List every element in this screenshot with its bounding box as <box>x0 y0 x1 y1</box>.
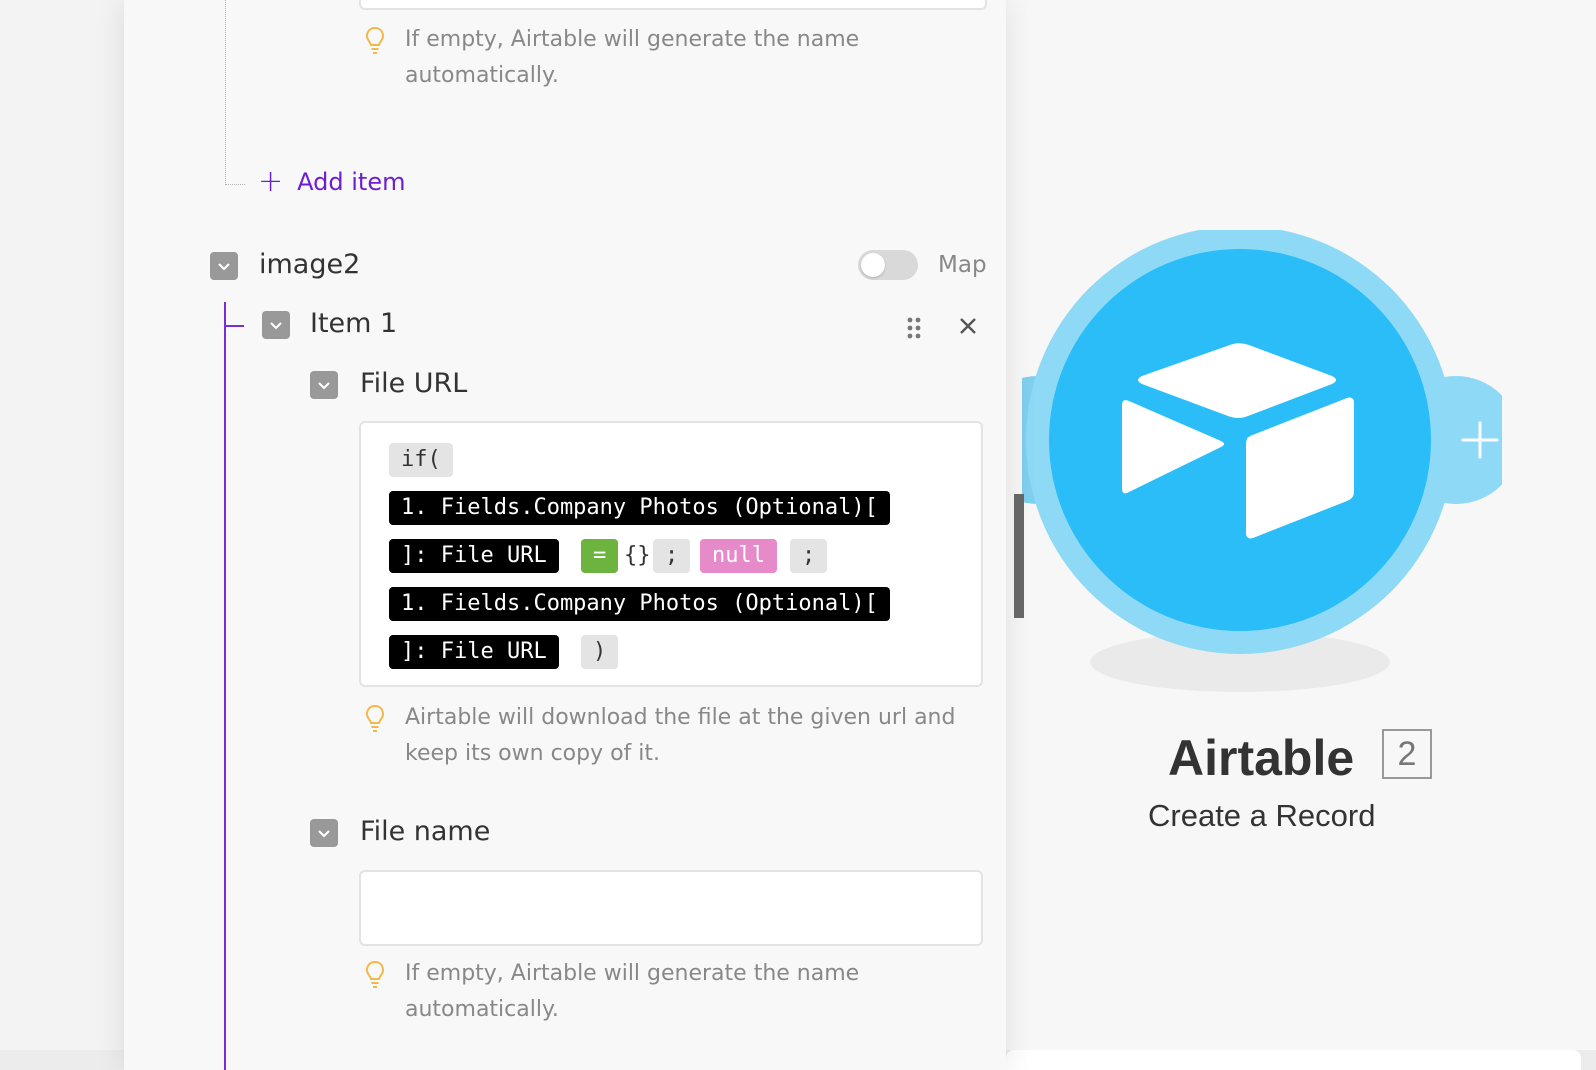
item1-collapse-checkbox[interactable] <box>262 311 290 339</box>
chevron-down-icon <box>318 830 330 838</box>
previous-file-name-input[interactable] <box>359 0 987 10</box>
tree-connector-end <box>225 184 245 185</box>
module-title: Airtable <box>1168 730 1355 786</box>
formula-token-empty-object[interactable]: {} <box>622 539 653 573</box>
chevron-down-icon <box>218 263 230 271</box>
file-name-label: File name <box>360 816 491 847</box>
formula-token-null[interactable]: null <box>700 539 777 573</box>
chevron-down-icon <box>318 382 330 390</box>
module-subtitle: Create a Record <box>1148 798 1376 833</box>
formula-token-separator[interactable]: ; <box>790 539 828 573</box>
file-url-label: File URL <box>360 368 468 399</box>
formula-token-field[interactable]: 1. Fields.Company Photos (Optional)[ <box>389 587 890 621</box>
formula-token-separator[interactable]: ; <box>653 539 691 573</box>
formula-token-field[interactable]: 1. Fields.Company Photos (Optional)[ <box>389 491 890 525</box>
lightbulb-icon <box>365 960 385 988</box>
map-label: Map <box>938 252 987 278</box>
airtable-module[interactable] <box>1022 230 1502 710</box>
formula-token-field[interactable]: ]: File URL <box>389 635 559 669</box>
top-hint: If empty, Airtable will generate the nam… <box>365 22 975 94</box>
chevron-down-icon <box>270 322 282 330</box>
item-tree-line <box>224 302 226 1070</box>
hint-text: Airtable will download the file at the g… <box>405 705 956 766</box>
formula-token-equals[interactable]: = <box>581 539 619 573</box>
drag-handle-icon[interactable] <box>906 316 922 340</box>
module-inner-circle <box>1049 249 1431 631</box>
item1-label: Item 1 <box>310 308 398 339</box>
file-url-collapse-checkbox[interactable] <box>310 371 338 399</box>
lightbulb-icon <box>365 704 385 732</box>
close-icon[interactable] <box>958 316 978 336</box>
formula-token-close-paren[interactable]: ) <box>581 635 619 669</box>
file-name-hint: If empty, Airtable will generate the nam… <box>365 956 975 1028</box>
formula-token-field[interactable]: ]: File URL <box>389 539 559 573</box>
image2-collapse-checkbox[interactable] <box>210 252 238 280</box>
tree-connector <box>225 0 226 185</box>
add-item-button[interactable]: + Add item <box>258 164 406 199</box>
hint-text: If empty, Airtable will generate the nam… <box>405 27 860 88</box>
toggle-knob <box>861 253 885 277</box>
panel-scrollbar[interactable] <box>1014 494 1024 618</box>
item-tree-tick <box>226 325 244 327</box>
file-url-hint: Airtable will download the file at the g… <box>365 700 975 772</box>
add-item-label: Add item <box>297 168 406 196</box>
hint-text: If empty, Airtable will generate the nam… <box>405 961 860 1022</box>
plus-icon: + <box>258 164 284 199</box>
module-number-badge: 2 <box>1382 729 1432 779</box>
map-toggle[interactable] <box>858 250 918 280</box>
bottom-card <box>1006 1050 1581 1070</box>
image2-label: image2 <box>259 249 361 280</box>
file-name-collapse-checkbox[interactable] <box>310 819 338 847</box>
lightbulb-icon <box>365 26 385 54</box>
file-name-input[interactable] <box>359 870 983 946</box>
formula-token-if[interactable]: if( <box>389 443 453 477</box>
